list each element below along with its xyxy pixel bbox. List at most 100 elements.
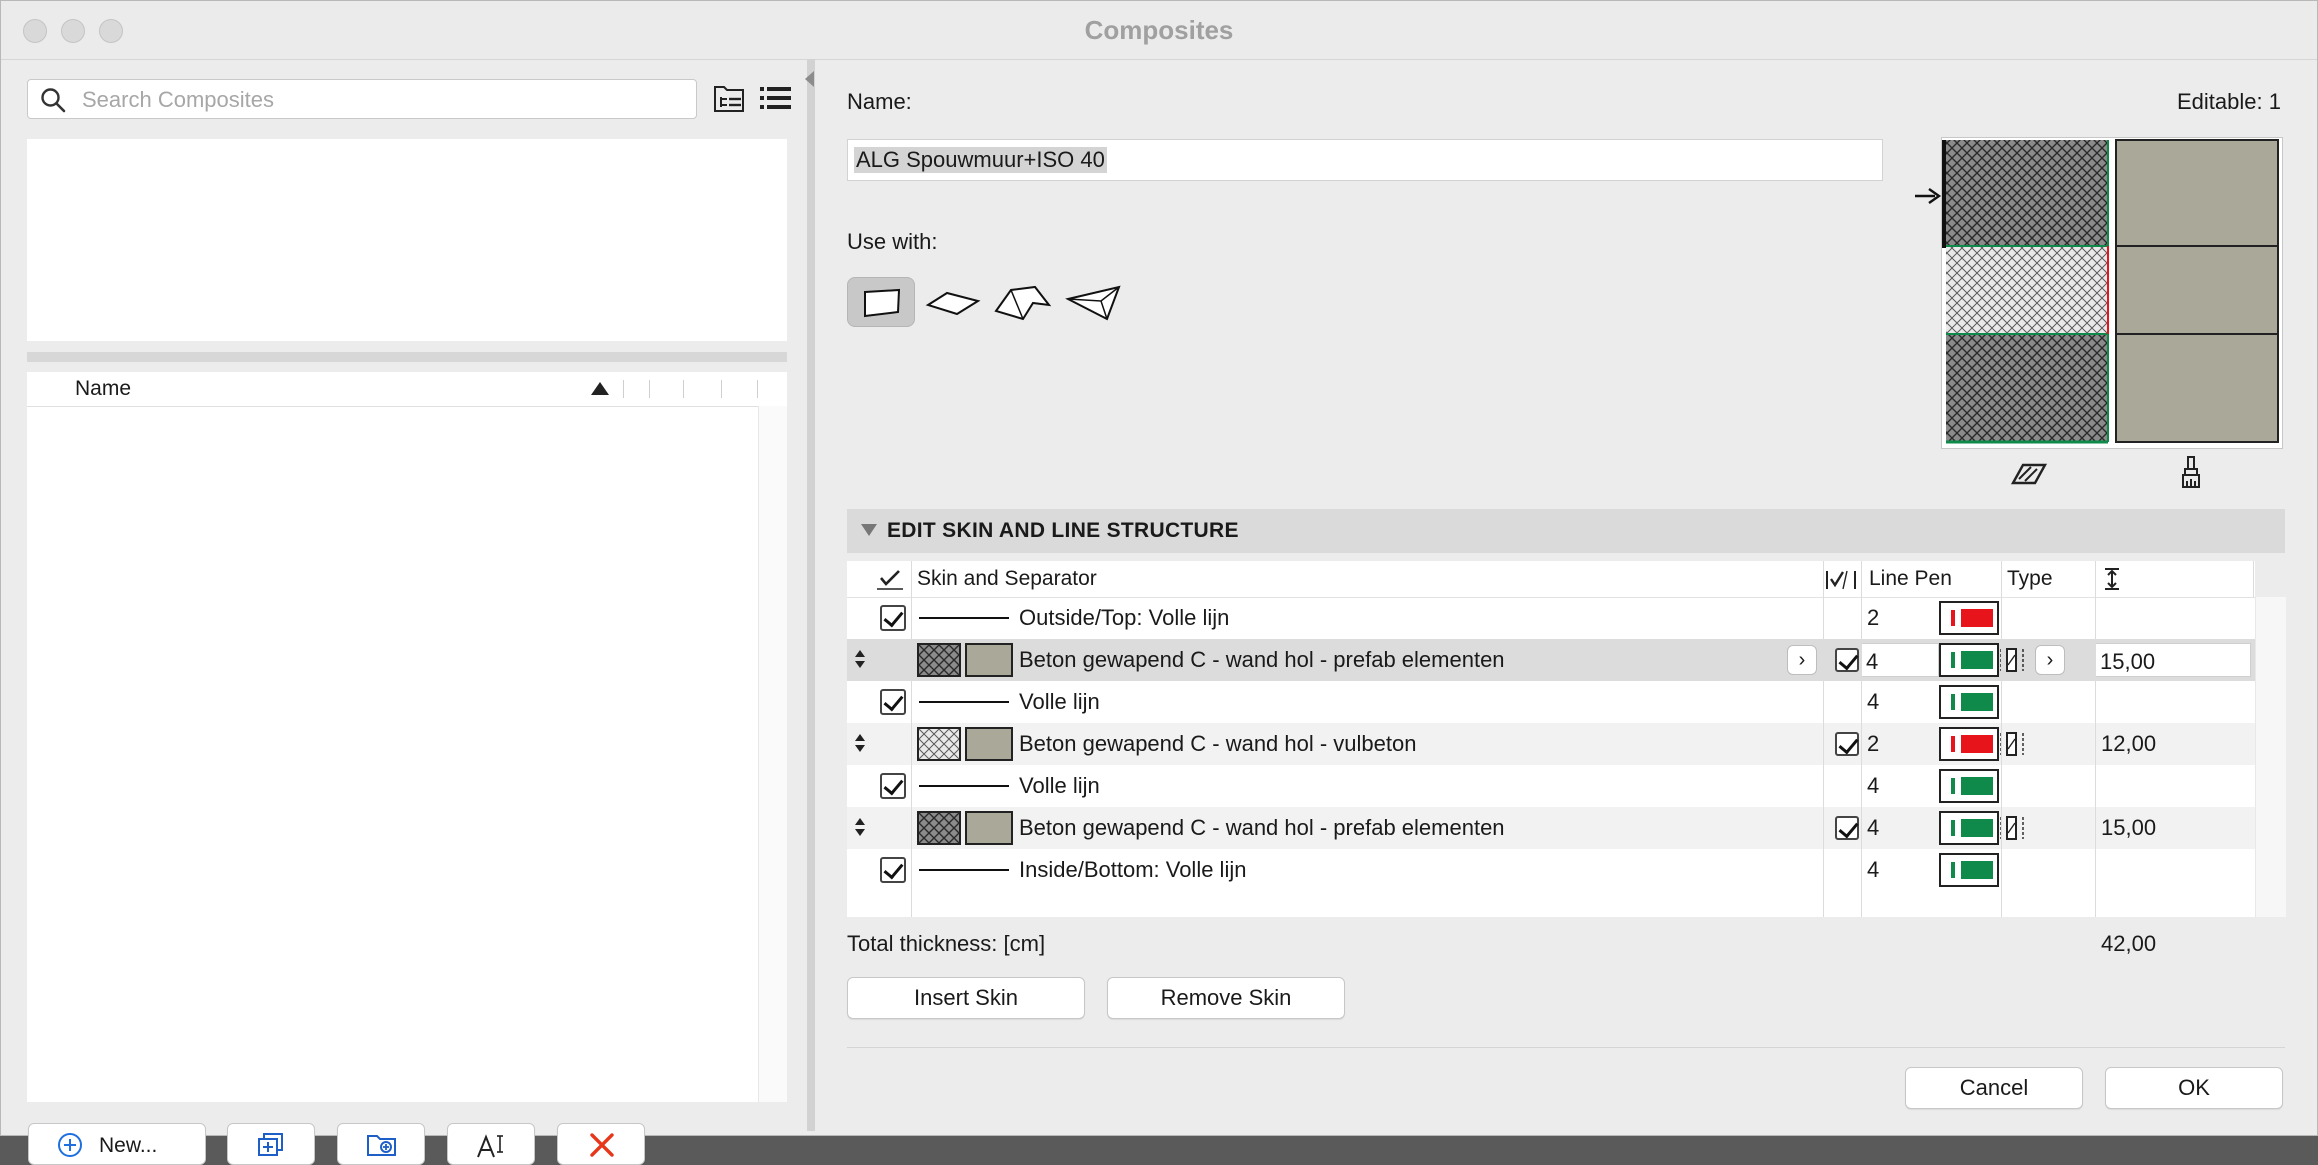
separator-row[interactable]: Volle lijn 4: [847, 765, 2255, 807]
folder-tree-icon[interactable]: [713, 83, 747, 115]
ok-button[interactable]: OK: [2105, 1067, 2283, 1109]
use-with-slab-button[interactable]: [919, 277, 987, 327]
search-icon: [41, 88, 66, 113]
drag-handle-icon[interactable]: [853, 732, 867, 756]
drag-handle-icon[interactable]: [853, 648, 867, 672]
cancel-button[interactable]: Cancel: [1905, 1067, 2083, 1109]
window-title: Composites: [1084, 15, 1234, 45]
row-structure-checkbox[interactable]: [1835, 648, 1859, 672]
rename-button[interactable]: [447, 1123, 535, 1165]
thickness-icon[interactable]: [2103, 567, 2121, 591]
outside-face-arrow-icon: [1915, 188, 1942, 204]
pane-splitter[interactable]: [807, 59, 815, 1131]
new-composite-button[interactable]: New...: [28, 1123, 206, 1165]
search-box[interactable]: [27, 79, 697, 119]
sort-ascending-icon[interactable]: [591, 382, 609, 395]
skin-row[interactable]: Beton gewapend C - wand hol - vulbeton 2…: [847, 723, 2255, 765]
composites-list-pane: Name New...: [13, 59, 803, 1165]
pen-color-swatch[interactable]: [1939, 727, 1999, 761]
building-material-picker-button[interactable]: ›: [1787, 645, 1817, 675]
total-thickness-label: Total thickness: [cm]: [847, 931, 1046, 956]
surface-brush-icon[interactable]: [2177, 455, 2205, 491]
line-sample: [919, 701, 1009, 703]
delete-button[interactable]: [557, 1123, 645, 1165]
line-sample: [919, 617, 1009, 619]
pen-color-swatch[interactable]: [1939, 643, 1999, 677]
pen-color-swatch[interactable]: [1939, 853, 1999, 887]
skin-row[interactable]: Beton gewapend C - wand hol - prefab ele…: [847, 807, 2255, 849]
pen-color-swatch[interactable]: [1939, 601, 1999, 635]
column-name-header[interactable]: Name: [75, 377, 131, 401]
skin-type-icon[interactable]: [1999, 731, 2033, 757]
pen-color-swatch[interactable]: [1939, 769, 1999, 803]
column-divider: [911, 561, 912, 917]
column-skin-separator[interactable]: Skin and Separator: [917, 567, 1097, 591]
use-with-shell-button[interactable]: [1059, 277, 1127, 327]
column-line-pen[interactable]: Line Pen: [1869, 567, 1952, 591]
column-type[interactable]: Type: [2007, 567, 2053, 591]
column-divider: [2253, 561, 2254, 597]
pen-color-swatch[interactable]: [1939, 811, 1999, 845]
surface-swatch[interactable]: [965, 811, 1013, 845]
column-divider: [1823, 561, 1824, 917]
structure-preview-drawing: [1942, 139, 2279, 444]
skin-row[interactable]: Beton gewapend C - wand hol - prefab ele…: [847, 639, 2255, 681]
composite-preview-area: [27, 139, 787, 341]
row-thickness: 15,00: [2100, 649, 2156, 674]
row-structure-checkbox[interactable]: [1835, 732, 1859, 756]
disclosure-triangle-icon[interactable]: [861, 524, 877, 536]
row-pen-number: 4: [1867, 773, 1880, 798]
separator-row[interactable]: Volle lijn 4: [847, 681, 2255, 723]
section-title: EDIT SKIN AND LINE STRUCTURE: [887, 519, 1239, 542]
row-pen-number: 4: [1867, 815, 1880, 840]
row-visible-checkbox[interactable]: [880, 857, 906, 883]
list-scrollbar[interactable]: [758, 406, 787, 1102]
separator-row[interactable]: Inside/Bottom: Volle lijn 4: [847, 849, 2255, 891]
composite-name-field[interactable]: ALG Spouwmuur+ISO 40: [847, 139, 1883, 181]
fill-pattern-swatch[interactable]: [917, 643, 961, 677]
pen-number-field[interactable]: 4: [1861, 643, 1939, 677]
row-visible-checkbox[interactable]: [880, 689, 906, 715]
new-folder-button[interactable]: [337, 1123, 425, 1165]
row-label: Volle lijn: [1019, 773, 1100, 798]
composites-list[interactable]: Name: [27, 372, 787, 1102]
row-pen-number: 2: [1867, 605, 1880, 630]
search-input[interactable]: [80, 84, 684, 116]
separator-row[interactable]: Outside/Top: Volle lijn 2: [847, 597, 2255, 639]
list-header: Name: [27, 372, 787, 407]
header-separator: [623, 380, 624, 398]
skin-table[interactable]: Skin and Separator Line Pen Type Outside…: [847, 561, 2255, 917]
fill-pattern-swatch[interactable]: [917, 727, 961, 761]
fill-icon[interactable]: [2009, 459, 2049, 489]
roof-icon: [994, 285, 1052, 321]
column-divider: [2001, 561, 2002, 917]
list-view-icon[interactable]: [759, 83, 793, 113]
row-pen-number: 4: [1866, 649, 1879, 674]
toggle-all-icon[interactable]: [1825, 569, 1859, 591]
use-with-roof-button[interactable]: [989, 277, 1057, 327]
row-thickness: 12,00: [2101, 731, 2157, 756]
surface-swatch[interactable]: [965, 727, 1013, 761]
pane-divider[interactable]: [27, 352, 787, 362]
remove-skin-button[interactable]: Remove Skin: [1107, 977, 1345, 1019]
skin-type-icon[interactable]: [1999, 647, 2033, 673]
row-label: Beton gewapend C - wand hol - prefab ele…: [1019, 815, 1505, 840]
pen-color-swatch[interactable]: [1939, 685, 1999, 719]
row-structure-checkbox[interactable]: [1835, 816, 1859, 840]
drag-handle-icon[interactable]: [853, 816, 867, 840]
row-label: Inside/Bottom: Volle lijn: [1019, 857, 1247, 882]
skin-type-icon[interactable]: [1999, 815, 2033, 841]
insert-skin-button[interactable]: Insert Skin: [847, 977, 1085, 1019]
fill-pattern-swatch[interactable]: [917, 811, 961, 845]
row-visible-checkbox[interactable]: [880, 605, 906, 631]
surface-swatch[interactable]: [965, 643, 1013, 677]
duplicate-button[interactable]: [227, 1123, 315, 1165]
collapse-arrow-icon[interactable]: [805, 71, 814, 87]
thickness-field[interactable]: 15,00: [2095, 643, 2251, 677]
use-with-wall-button[interactable]: [847, 277, 915, 327]
check-all-icon[interactable]: [875, 569, 905, 591]
skin-table-scrollbar[interactable]: [2255, 597, 2286, 917]
skin-type-picker-button[interactable]: ›: [2035, 645, 2065, 675]
skin-structure-section-header[interactable]: EDIT SKIN AND LINE STRUCTURE: [847, 509, 2285, 553]
row-visible-checkbox[interactable]: [880, 773, 906, 799]
